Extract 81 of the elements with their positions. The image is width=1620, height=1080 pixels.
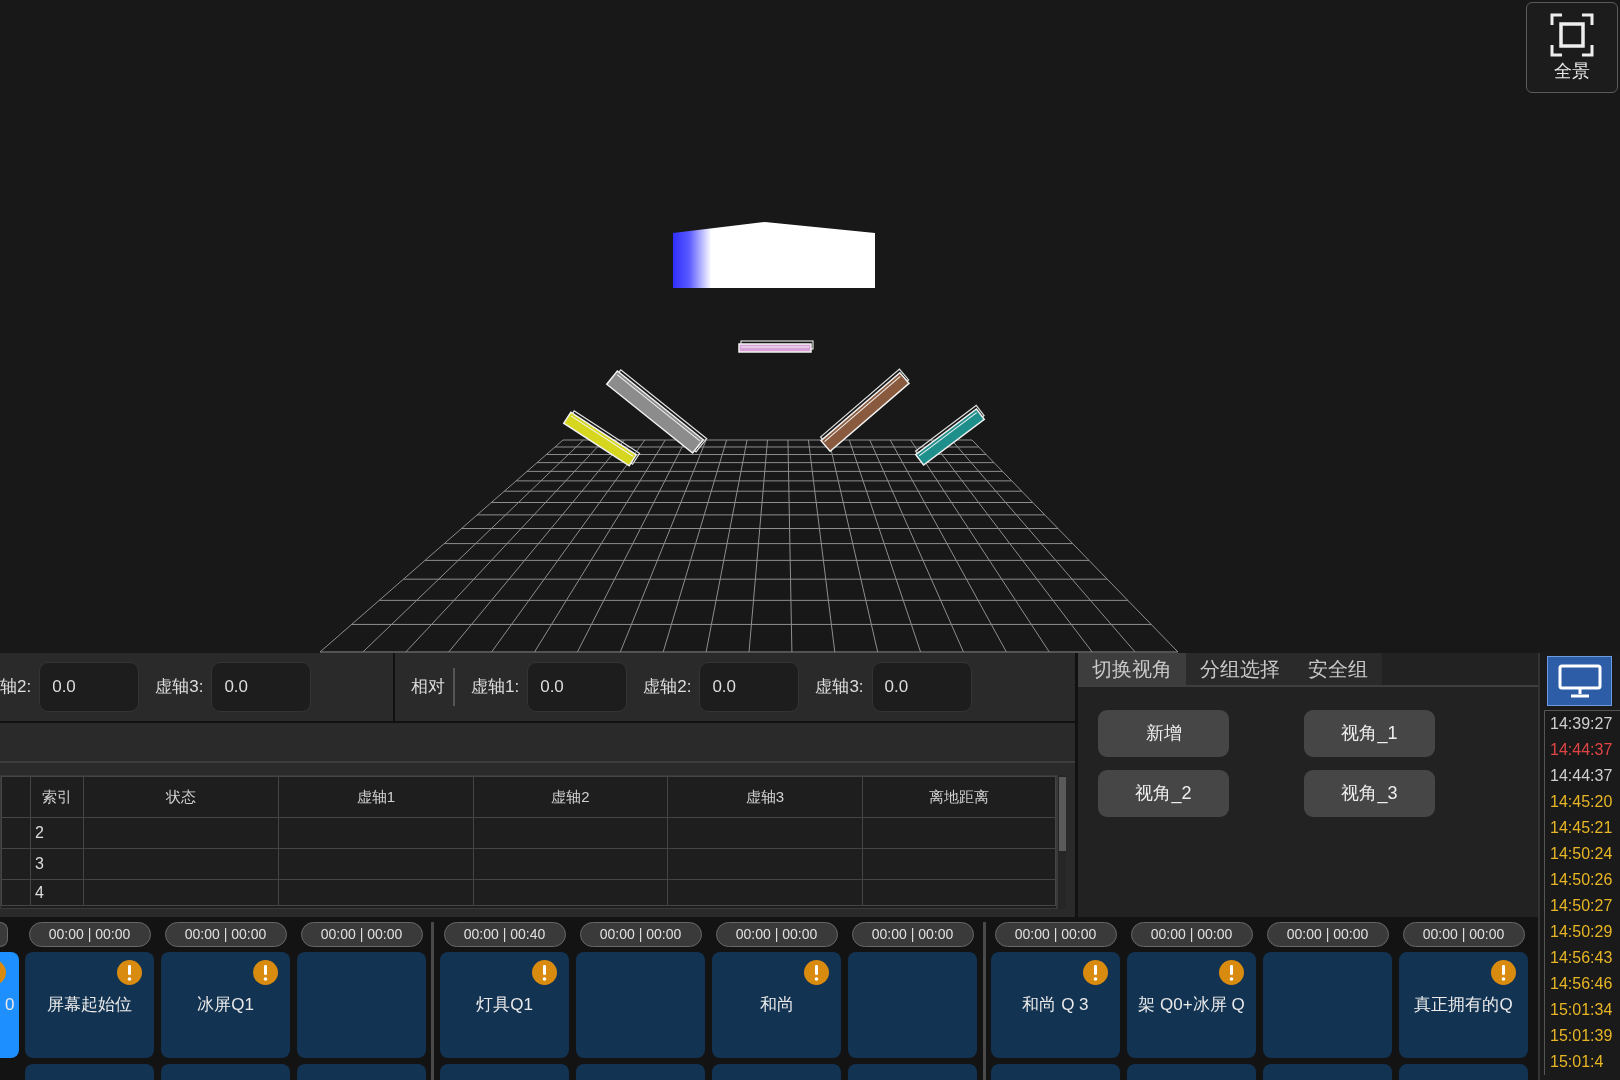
- tab[interactable]: 分组选择: [1186, 653, 1294, 685]
- cue-tile[interactable]: [161, 1064, 290, 1080]
- log-time: 15:01:39: [1550, 1026, 1614, 1046]
- log-time: 15:01:34: [1550, 1000, 1614, 1020]
- log-time: 14:39:27: [1550, 714, 1614, 734]
- log-time: 14:44:37: [1550, 766, 1614, 786]
- scrollbar-track[interactable]: [1057, 775, 1066, 909]
- view-button[interactable]: 新增: [1098, 710, 1229, 757]
- tab[interactable]: 安全组: [1294, 653, 1382, 685]
- cue-tile[interactable]: 灯具Q1: [440, 952, 569, 1058]
- log-time: 14:44:37: [1550, 740, 1614, 760]
- cue-tile[interactable]: [1127, 1064, 1256, 1080]
- cue-tile[interactable]: 和尚 Q 3: [991, 952, 1120, 1058]
- table-cell: 2: [30, 817, 84, 849]
- axis-input-field[interactable]: 0.0: [699, 662, 800, 712]
- view-button[interactable]: 视角_2: [1098, 770, 1229, 817]
- cue-tile[interactable]: 真正拥有的Q: [1399, 952, 1528, 1058]
- column-header: 虚轴2: [473, 776, 668, 818]
- time-pill: 00:00 | 00:00: [164, 922, 287, 947]
- column-header: 离地距离: [862, 776, 1056, 818]
- axis-label: 虚轴1:: [471, 676, 520, 699]
- column-header: 虚轴1: [278, 776, 474, 818]
- fullscreen-icon: [1550, 13, 1594, 58]
- fullscreen-button[interactable]: 全景: [1526, 2, 1618, 93]
- time-pill: 00:00 | 00:00: [851, 922, 974, 947]
- cue-tile[interactable]: [576, 952, 705, 1058]
- table-cell: 3: [30, 848, 84, 880]
- axis-label: 虚轴3:: [155, 676, 204, 699]
- time-pill: 00:00 | 00:00: [28, 922, 151, 947]
- log-time: 14:50:24: [1550, 844, 1614, 864]
- axis-input-field[interactable]: 0.0: [871, 662, 972, 712]
- scrollbar-thumb[interactable]: [1059, 777, 1066, 851]
- column-header: 索引: [30, 776, 84, 818]
- cue-tile[interactable]: [297, 1064, 426, 1080]
- cue-tile[interactable]: 屏幕起始位: [25, 952, 154, 1058]
- axis-label: 轴2:: [0, 676, 32, 699]
- cue-tile[interactable]: [1263, 952, 1392, 1058]
- cue-tile[interactable]: [1399, 1064, 1528, 1080]
- time-pill: 00:00 | 00:00: [715, 922, 838, 947]
- cue-tile[interactable]: [440, 1064, 569, 1080]
- cue-tile[interactable]: [848, 1064, 977, 1080]
- cue-tile[interactable]: 和尚: [712, 952, 841, 1058]
- cue-tile[interactable]: [848, 952, 977, 1058]
- log-time: 14:50:26: [1550, 870, 1614, 890]
- log-time: 14:56:46: [1550, 974, 1614, 994]
- axis-label: 虚轴2:: [643, 676, 692, 699]
- column-header: 状态: [83, 776, 279, 818]
- cue-tile[interactable]: [297, 952, 426, 1058]
- cue-tile[interactable]: [25, 1064, 154, 1080]
- time-pill: 00:00 | 00:00: [579, 922, 702, 947]
- log-time: 14:56:43: [1550, 948, 1614, 968]
- axis-input-field[interactable]: 0.0: [211, 662, 312, 712]
- column-header: 虚轴3: [667, 776, 863, 818]
- time-pill: 00:00 | 00:00: [1402, 922, 1525, 947]
- cue-tile[interactable]: [712, 1064, 841, 1080]
- log-time: 15:01:4: [1550, 1052, 1605, 1072]
- time-pill: 00:00 | 00:40: [443, 922, 566, 947]
- tab[interactable]: 切换视角: [1078, 653, 1186, 685]
- time-pill: 00:00 | 00:00: [1266, 922, 1389, 947]
- cue-tile[interactable]: [1263, 1064, 1392, 1080]
- section-label: 相对: [411, 676, 445, 699]
- view-button[interactable]: 视角_1: [1304, 710, 1435, 757]
- log-time: 14:45:21: [1550, 818, 1614, 838]
- time-pill: 00:00 | 00:00: [300, 922, 423, 947]
- time-pill: [0, 922, 8, 947]
- monitor-button[interactable]: [1547, 656, 1612, 706]
- view-button[interactable]: 视角_3: [1304, 770, 1435, 817]
- cue-tile[interactable]: 架 Q0+冰屏 Q: [1127, 952, 1256, 1058]
- time-pill: 00:00 | 00:00: [994, 922, 1117, 947]
- axis-input-field[interactable]: 0.0: [39, 662, 140, 712]
- cue-tile[interactable]: [991, 1064, 1120, 1080]
- axis-input-field[interactable]: 0.0: [527, 662, 628, 712]
- log-time: 14:50:27: [1550, 896, 1614, 916]
- axis-label: 虚轴3:: [815, 676, 864, 699]
- time-pill: 00:00 | 00:00: [1130, 922, 1253, 947]
- cue-tile[interactable]: 冰屏Q1: [161, 952, 290, 1058]
- cue-tile[interactable]: [576, 1064, 705, 1080]
- log-time: 14:50:29: [1550, 922, 1614, 942]
- log-time: 14:45:20: [1550, 792, 1614, 812]
- table-cell: 4: [30, 879, 84, 906]
- monitor-icon: [1557, 664, 1602, 698]
